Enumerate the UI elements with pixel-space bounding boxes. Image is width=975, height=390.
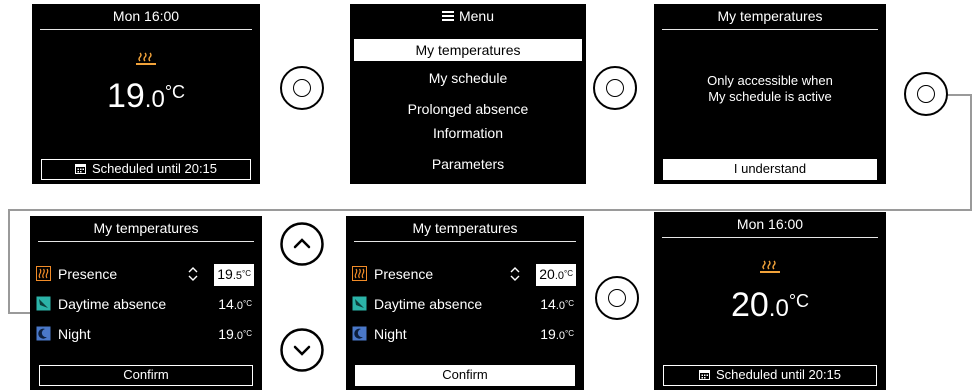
schedule-status-text: Scheduled until 20:15 [715,367,842,382]
my-temperatures-edit-screen: My temperatures Presence 19.5°C Daytime … [30,216,262,390]
night-icon [36,326,51,341]
daytime-absence-icon [352,296,367,311]
clock-header: Mon 16:00 [736,216,804,232]
home-screen-2: Mon 16:00 20.0°C Scheduled until 20:15 [654,212,886,390]
temp-row-daytime-absence[interactable]: Daytime absence 14.0°C [36,294,256,314]
schedule-status-bar: Scheduled until 20:15 [663,365,877,386]
header-divider [662,29,878,30]
menu-item-my-temperatures[interactable]: My temperatures [354,39,582,61]
knob-center [293,79,311,97]
daytime-absence-icon [36,296,51,311]
dialog-message-line1: Only accessible when [707,73,833,88]
dialog-message-line2: My schedule is active [708,89,832,104]
header-divider [354,241,576,242]
calendar-icon [698,370,710,380]
schedule-status-bar: Scheduled until 20:15 [41,159,251,180]
flow-connector-v2 [8,209,10,314]
knob-button[interactable] [280,66,324,110]
presence-icon [36,266,51,281]
temp-integer: 19 [106,77,145,115]
header-divider [662,237,878,238]
row-value: 14.0°C [218,296,252,312]
confirm-button[interactable]: Confirm [355,365,575,386]
hamburger-icon [441,11,454,21]
screen-header: My temperatures [412,220,518,236]
current-temperature: 19.0°C [32,79,260,117]
flow-connector-v1 [970,94,972,211]
row-value[interactable]: 19.5°C [214,264,254,286]
knob-center [917,85,935,103]
knob-button[interactable] [593,66,637,110]
knob-center [606,79,624,97]
knob-button[interactable] [595,276,639,320]
down-arrow-button[interactable] [280,328,324,372]
row-label: Presence [58,266,118,282]
heating-icon [760,260,780,273]
my-temperatures-updated-screen: My temperatures Presence 20.0°C Daytime … [346,216,584,390]
i-understand-button[interactable]: I understand [663,159,877,180]
menu-item-my-schedule[interactable]: My schedule [354,67,582,89]
row-label: Daytime absence [58,296,167,312]
flow-connector-h2 [8,209,972,211]
row-label: Daytime absence [374,296,483,312]
menu-header: Menu [350,4,586,26]
temp-decimal: .0 [768,295,789,322]
up-down-icon [510,267,520,281]
menu-item-prolonged-absence[interactable]: Prolonged absence [354,98,582,120]
row-value: 14.0°C [540,296,574,312]
screen-header: My temperatures [93,220,199,236]
clock-header: Mon 16:00 [112,8,180,24]
heating-icon [136,52,156,65]
header-divider [38,241,254,242]
calendar-icon [74,164,86,174]
temp-decimal: .0 [144,86,165,113]
flow-connector-h3 [8,312,30,314]
temp-row-night[interactable]: Night 19.0°C [36,324,256,344]
menu-item-parameters[interactable]: Parameters [354,153,582,175]
temp-row-night[interactable]: Night 19.0°C [352,324,578,344]
night-icon [352,326,367,341]
knob-button[interactable] [904,72,948,116]
knob-center [608,289,626,307]
dialog-header: My temperatures [717,8,823,24]
row-label: Night [374,326,407,342]
temp-row-presence[interactable]: Presence 20.0°C [352,264,578,286]
row-label: Presence [374,266,434,282]
temp-row-daytime-absence[interactable]: Daytime absence 14.0°C [352,294,578,314]
temp-unit: °C [164,82,186,102]
row-label: Night [58,326,91,342]
current-temperature: 20.0°C [654,288,886,326]
header-divider [40,29,252,30]
temp-integer: 20 [730,286,769,324]
confirm-button[interactable]: Confirm [39,365,253,386]
home-screen-1: Mon 16:00 19.0°C Scheduled until 20:15 [32,4,260,184]
info-dialog-screen: My temperatures Only accessible when My … [654,4,886,184]
temp-unit: °C [788,291,810,311]
row-value: 19.0°C [540,326,574,342]
menu-item-information[interactable]: Information [354,122,582,144]
schedule-status-text: Scheduled until 20:15 [91,161,218,176]
presence-icon [352,266,367,281]
temp-row-presence[interactable]: Presence 19.5°C [36,264,256,286]
up-arrow-button[interactable] [280,222,324,266]
row-value: 19.0°C [218,326,252,342]
menu-screen: Menu My temperatures My schedule Prolong… [350,4,586,184]
row-value[interactable]: 20.0°C [536,264,576,286]
up-down-icon [188,267,198,281]
menu-title: Menu [458,8,495,24]
